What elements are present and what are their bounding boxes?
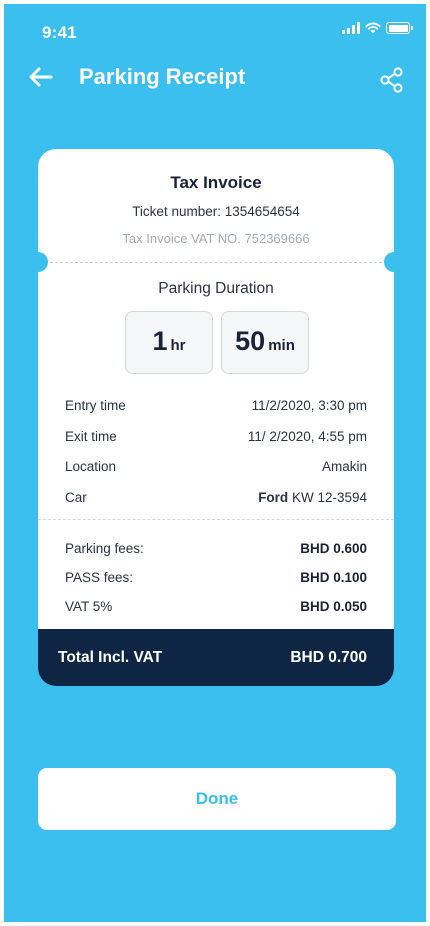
ticket-notch-right — [384, 252, 394, 272]
fee-label: PASS fees: — [65, 570, 134, 585]
ticket-number: Ticket number: 1354654654 — [132, 204, 300, 219]
signal-icon — [342, 22, 360, 34]
fees-divider — [38, 519, 394, 520]
detail-value: 11/ 2/2020, 4:55 pm — [247, 429, 367, 444]
status-time: 9:41 — [42, 23, 77, 42]
fee-value: BHD 0.100 — [300, 570, 367, 585]
duration-hours: 1 hr — [125, 311, 213, 374]
wifi-icon — [365, 22, 381, 34]
fee-row-vat: VAT 5% BHD 0.050 — [65, 599, 367, 614]
duration-minutes: 50 min — [221, 311, 309, 374]
duration-hours-unit: hr — [170, 337, 186, 354]
car-make: Ford — [258, 490, 289, 505]
detail-row-location: Location Amakin — [65, 459, 367, 474]
total-bar: Total Incl. VAT BHD 0.700 — [38, 629, 394, 686]
status-icons — [342, 22, 413, 34]
fee-label: VAT 5% — [65, 599, 113, 614]
duration-minutes-unit: min — [268, 337, 295, 354]
ticket-notch-left — [38, 252, 48, 272]
duration-title: Parking Duration — [158, 280, 274, 297]
share-button[interactable] — [378, 66, 406, 94]
fee-row-pass: PASS fees: BHD 0.100 — [65, 570, 367, 585]
fee-row-parking: Parking fees: BHD 0.600 — [65, 541, 367, 556]
done-button[interactable]: Done — [38, 768, 396, 830]
ticket-divider — [50, 262, 382, 263]
detail-label: Location — [65, 459, 117, 474]
total-label: Total Incl. VAT — [58, 648, 163, 666]
duration-hours-value: 1 — [152, 326, 168, 356]
share-icon — [380, 67, 403, 93]
total-value: BHD 0.700 — [290, 648, 367, 666]
invoice-title: Tax Invoice — [170, 173, 262, 192]
fee-value: BHD 0.050 — [300, 599, 367, 614]
detail-label: Entry time — [65, 398, 126, 413]
duration-minutes-value: 50 — [235, 326, 266, 356]
detail-row-exit: Exit time 11/ 2/2020, 4:55 pm — [65, 429, 367, 444]
vat-number: Tax Invoice VAT NO. 752369666 — [122, 231, 310, 246]
battery-icon — [386, 22, 413, 34]
car-plate: KW 12-3594 — [291, 490, 367, 505]
fee-value: BHD 0.600 — [300, 541, 367, 556]
car-value: Ford KW 12-3594 — [258, 490, 367, 505]
detail-value: 11/2/2020, 3:30 pm — [251, 398, 367, 413]
screen: 9:41 Parking Receipt Tax Invoice Ticket … — [4, 4, 426, 922]
detail-row-entry: Entry time 11/2/2020, 3:30 pm — [65, 398, 367, 413]
receipt-card: Tax Invoice Ticket number: 1354654654 Ta… — [38, 149, 394, 686]
detail-row-car: Car Ford KW 12-3594 — [65, 490, 367, 505]
back-button[interactable] — [26, 62, 56, 92]
detail-value: Amakin — [321, 459, 367, 474]
detail-label: Car — [65, 490, 87, 505]
fee-label: Parking fees: — [65, 541, 144, 556]
page-title: Parking Receipt — [79, 64, 246, 89]
arrow-left-icon — [29, 67, 53, 87]
detail-label: Exit time — [65, 429, 117, 444]
